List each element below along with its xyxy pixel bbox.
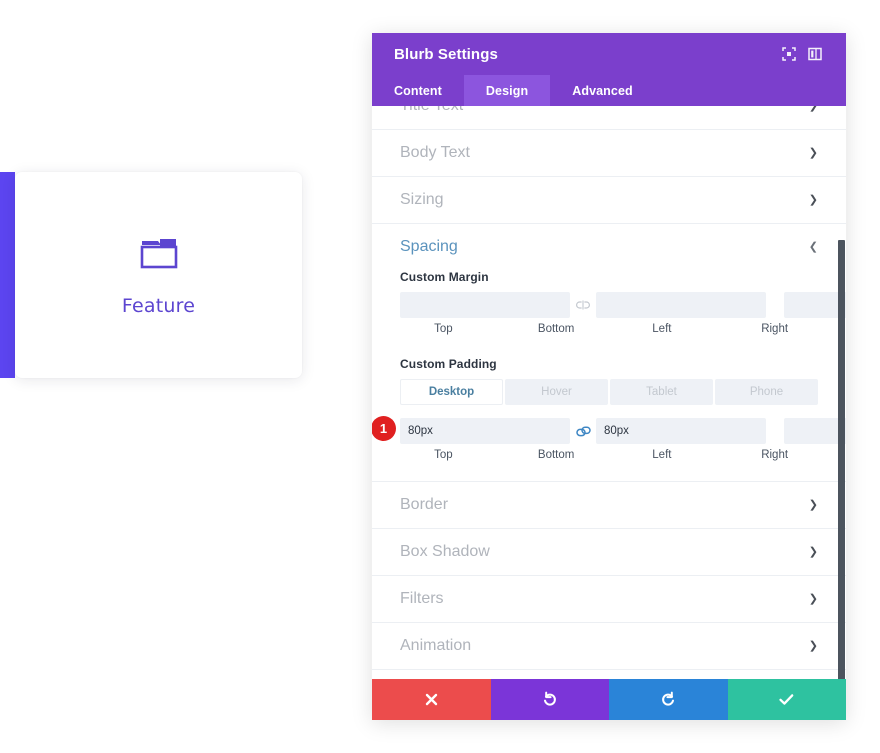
redo-icon [661,691,674,706]
section-label: Spacing [400,238,458,255]
tab-advanced[interactable]: Advanced [550,75,655,106]
section-filters[interactable]: Filters ❯ [372,576,846,623]
section-header[interactable]: Sizing ❯ [400,177,818,223]
section-label: Body Text [400,144,470,161]
chevron-down-icon: ❯ [808,592,818,605]
caption-left: Left [652,323,672,335]
section-label: Box Shadow [400,543,490,560]
panel-layout-icon[interactable] [802,43,828,65]
scrollbar[interactable] [837,106,846,679]
caption-bottom: Bottom [537,323,575,335]
chevron-down-icon: ❯ [808,498,818,511]
caption-bottom: Bottom [537,449,575,461]
close-icon [425,693,437,706]
custom-margin-label: Custom Margin [400,270,489,284]
modal-header: Blurb Settings [372,33,846,75]
padding-bottom-input[interactable] [596,418,766,444]
section-header[interactable]: Title Text ❯ [400,106,818,129]
section-animation[interactable]: Animation ❯ [372,623,846,670]
chevron-down-icon: ❯ [809,106,818,112]
caption-right: Right [761,323,789,335]
preview-card[interactable]: Feature [15,172,302,378]
preview-title: Feature [121,295,196,317]
undo-icon [544,691,557,706]
link-icon[interactable] [570,418,596,444]
section-spacing: Spacing ❮ Custom Margin Top Bottom Left … [372,224,846,482]
tab-content[interactable]: Content [372,75,464,106]
chevron-down-icon: ❯ [808,545,818,558]
section-header[interactable]: Border ❯ [400,482,818,528]
resp-tab-desktop[interactable]: Desktop [400,379,503,405]
custom-margin-captions: Top Bottom Left Right [400,323,818,335]
expand-fullscreen-icon[interactable] [776,43,802,65]
custom-padding-inputs: 1 [372,416,846,444]
scrollbar-thumb[interactable] [838,240,845,679]
chevron-down-icon: ❯ [808,639,818,652]
checkmark-icon [779,694,794,705]
resp-tab-phone[interactable]: Phone [715,379,818,405]
responsive-tabs: Desktop Hover Tablet Phone [400,379,818,405]
caption-left: Left [652,449,672,461]
undo-button[interactable] [490,679,609,720]
resp-tab-tablet[interactable]: Tablet [610,379,713,405]
unlink-icon[interactable] [570,292,596,318]
chevron-down-icon: ❯ [808,146,818,159]
resp-tab-hover[interactable]: Hover [505,379,608,405]
screen: Feature Blurb Settings Content Design Ad… [0,0,880,753]
section-label: Filters [400,590,444,607]
custom-padding-label: Custom Padding [400,357,497,371]
chevron-down-icon: ❯ [808,193,818,206]
caption-right: Right [761,449,789,461]
step-badge: 1 [372,416,396,441]
caption-top: Top [434,323,453,335]
settings-scroll-area: Title Text ❯ Body Text ❯ Sizing ❯ [372,106,846,679]
section-label: Animation [400,637,472,654]
section-header[interactable]: Box Shadow ❯ [400,529,818,575]
section-header[interactable]: Spacing ❮ [400,224,818,270]
tab-bar: Content Design Advanced [372,75,846,106]
section-label: Border [400,496,449,513]
section-box-shadow[interactable]: Box Shadow ❯ [372,529,846,576]
blurb-preview: Feature [0,172,302,378]
margin-top-input[interactable] [400,292,570,318]
custom-padding-captions: Top Bottom Left Right [400,449,818,461]
page-title: Blurb Settings [394,45,498,63]
preview-accent-bar [0,172,15,378]
tab-design[interactable]: Design [463,75,551,106]
folder-icon [136,233,182,280]
cancel-button[interactable] [372,679,491,720]
section-border[interactable]: Border ❯ [372,482,846,529]
blurb-settings-modal: Blurb Settings Content Design Advanced B… [372,33,846,720]
spacing-content: Custom Margin Top Bottom Left Right Cust… [372,270,846,481]
redo-button[interactable] [609,679,728,720]
padding-top-input[interactable] [400,418,570,444]
section-label: Sizing [400,191,444,208]
section-title-text[interactable]: Title Text ❯ [372,106,846,130]
section-header[interactable]: Filters ❯ [400,576,818,622]
section-sizing[interactable]: Sizing ❯ [372,177,846,224]
margin-bottom-input[interactable] [596,292,766,318]
section-body-text[interactable]: Body Text ❯ [372,130,846,177]
chevron-up-icon: ❮ [808,240,818,253]
section-label: Title Text [400,106,463,115]
section-header[interactable]: Animation ❯ [400,623,818,669]
action-bar [372,679,846,720]
save-button[interactable] [727,679,846,720]
caption-top: Top [434,449,453,461]
section-header[interactable]: Body Text ❯ [400,130,818,176]
custom-margin-inputs [400,292,846,318]
